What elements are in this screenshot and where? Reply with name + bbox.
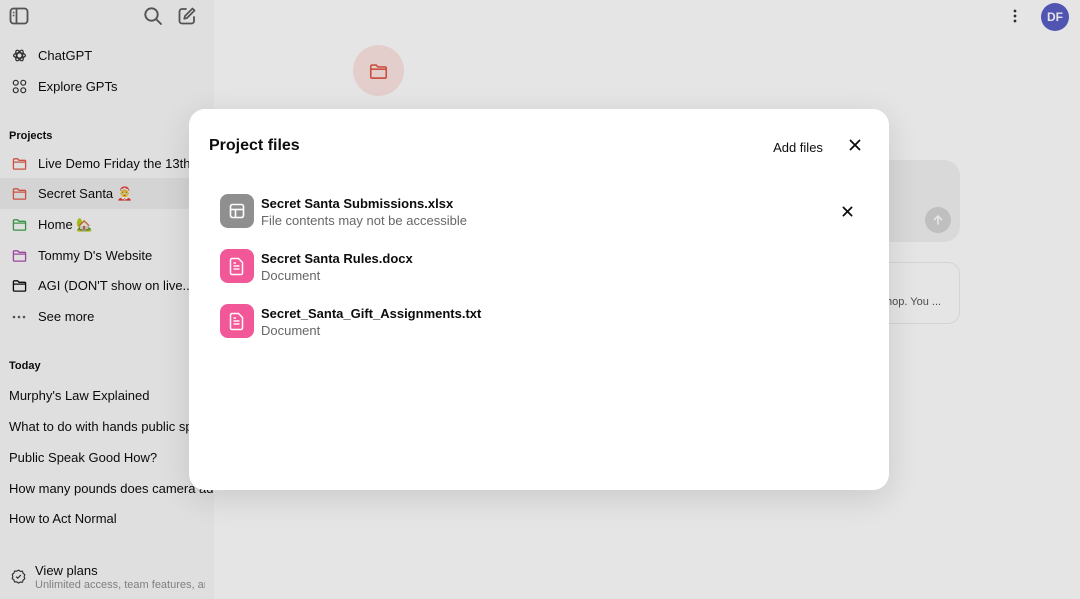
close-icon[interactable] (845, 135, 865, 155)
file-name: Secret Santa Submissions.xlsx (261, 196, 454, 211)
file-item-rules[interactable]: Secret Santa Rules.docx Document (209, 241, 869, 291)
add-files-button[interactable]: Add files (761, 133, 835, 161)
project-files-dialog: Project files Add files Secret Santa Sub… (189, 109, 889, 490)
file-subtitle: Document (261, 323, 321, 338)
file-subtitle: Document (261, 268, 321, 283)
document-icon (220, 249, 254, 283)
file-name: Secret Santa Rules.docx (261, 251, 413, 266)
file-item-gift-assignments[interactable]: Secret_Santa_Gift_Assignments.txt Docume… (209, 296, 869, 346)
remove-file-icon[interactable] (838, 202, 856, 220)
dialog-title: Project files (209, 137, 300, 154)
spreadsheet-icon (220, 194, 254, 228)
file-subtitle: File contents may not be accessible (261, 213, 467, 228)
file-name: Secret_Santa_Gift_Assignments.txt (261, 306, 482, 321)
file-item-submissions[interactable]: Secret Santa Submissions.xlsx File conte… (209, 186, 869, 236)
document-icon (220, 304, 254, 338)
